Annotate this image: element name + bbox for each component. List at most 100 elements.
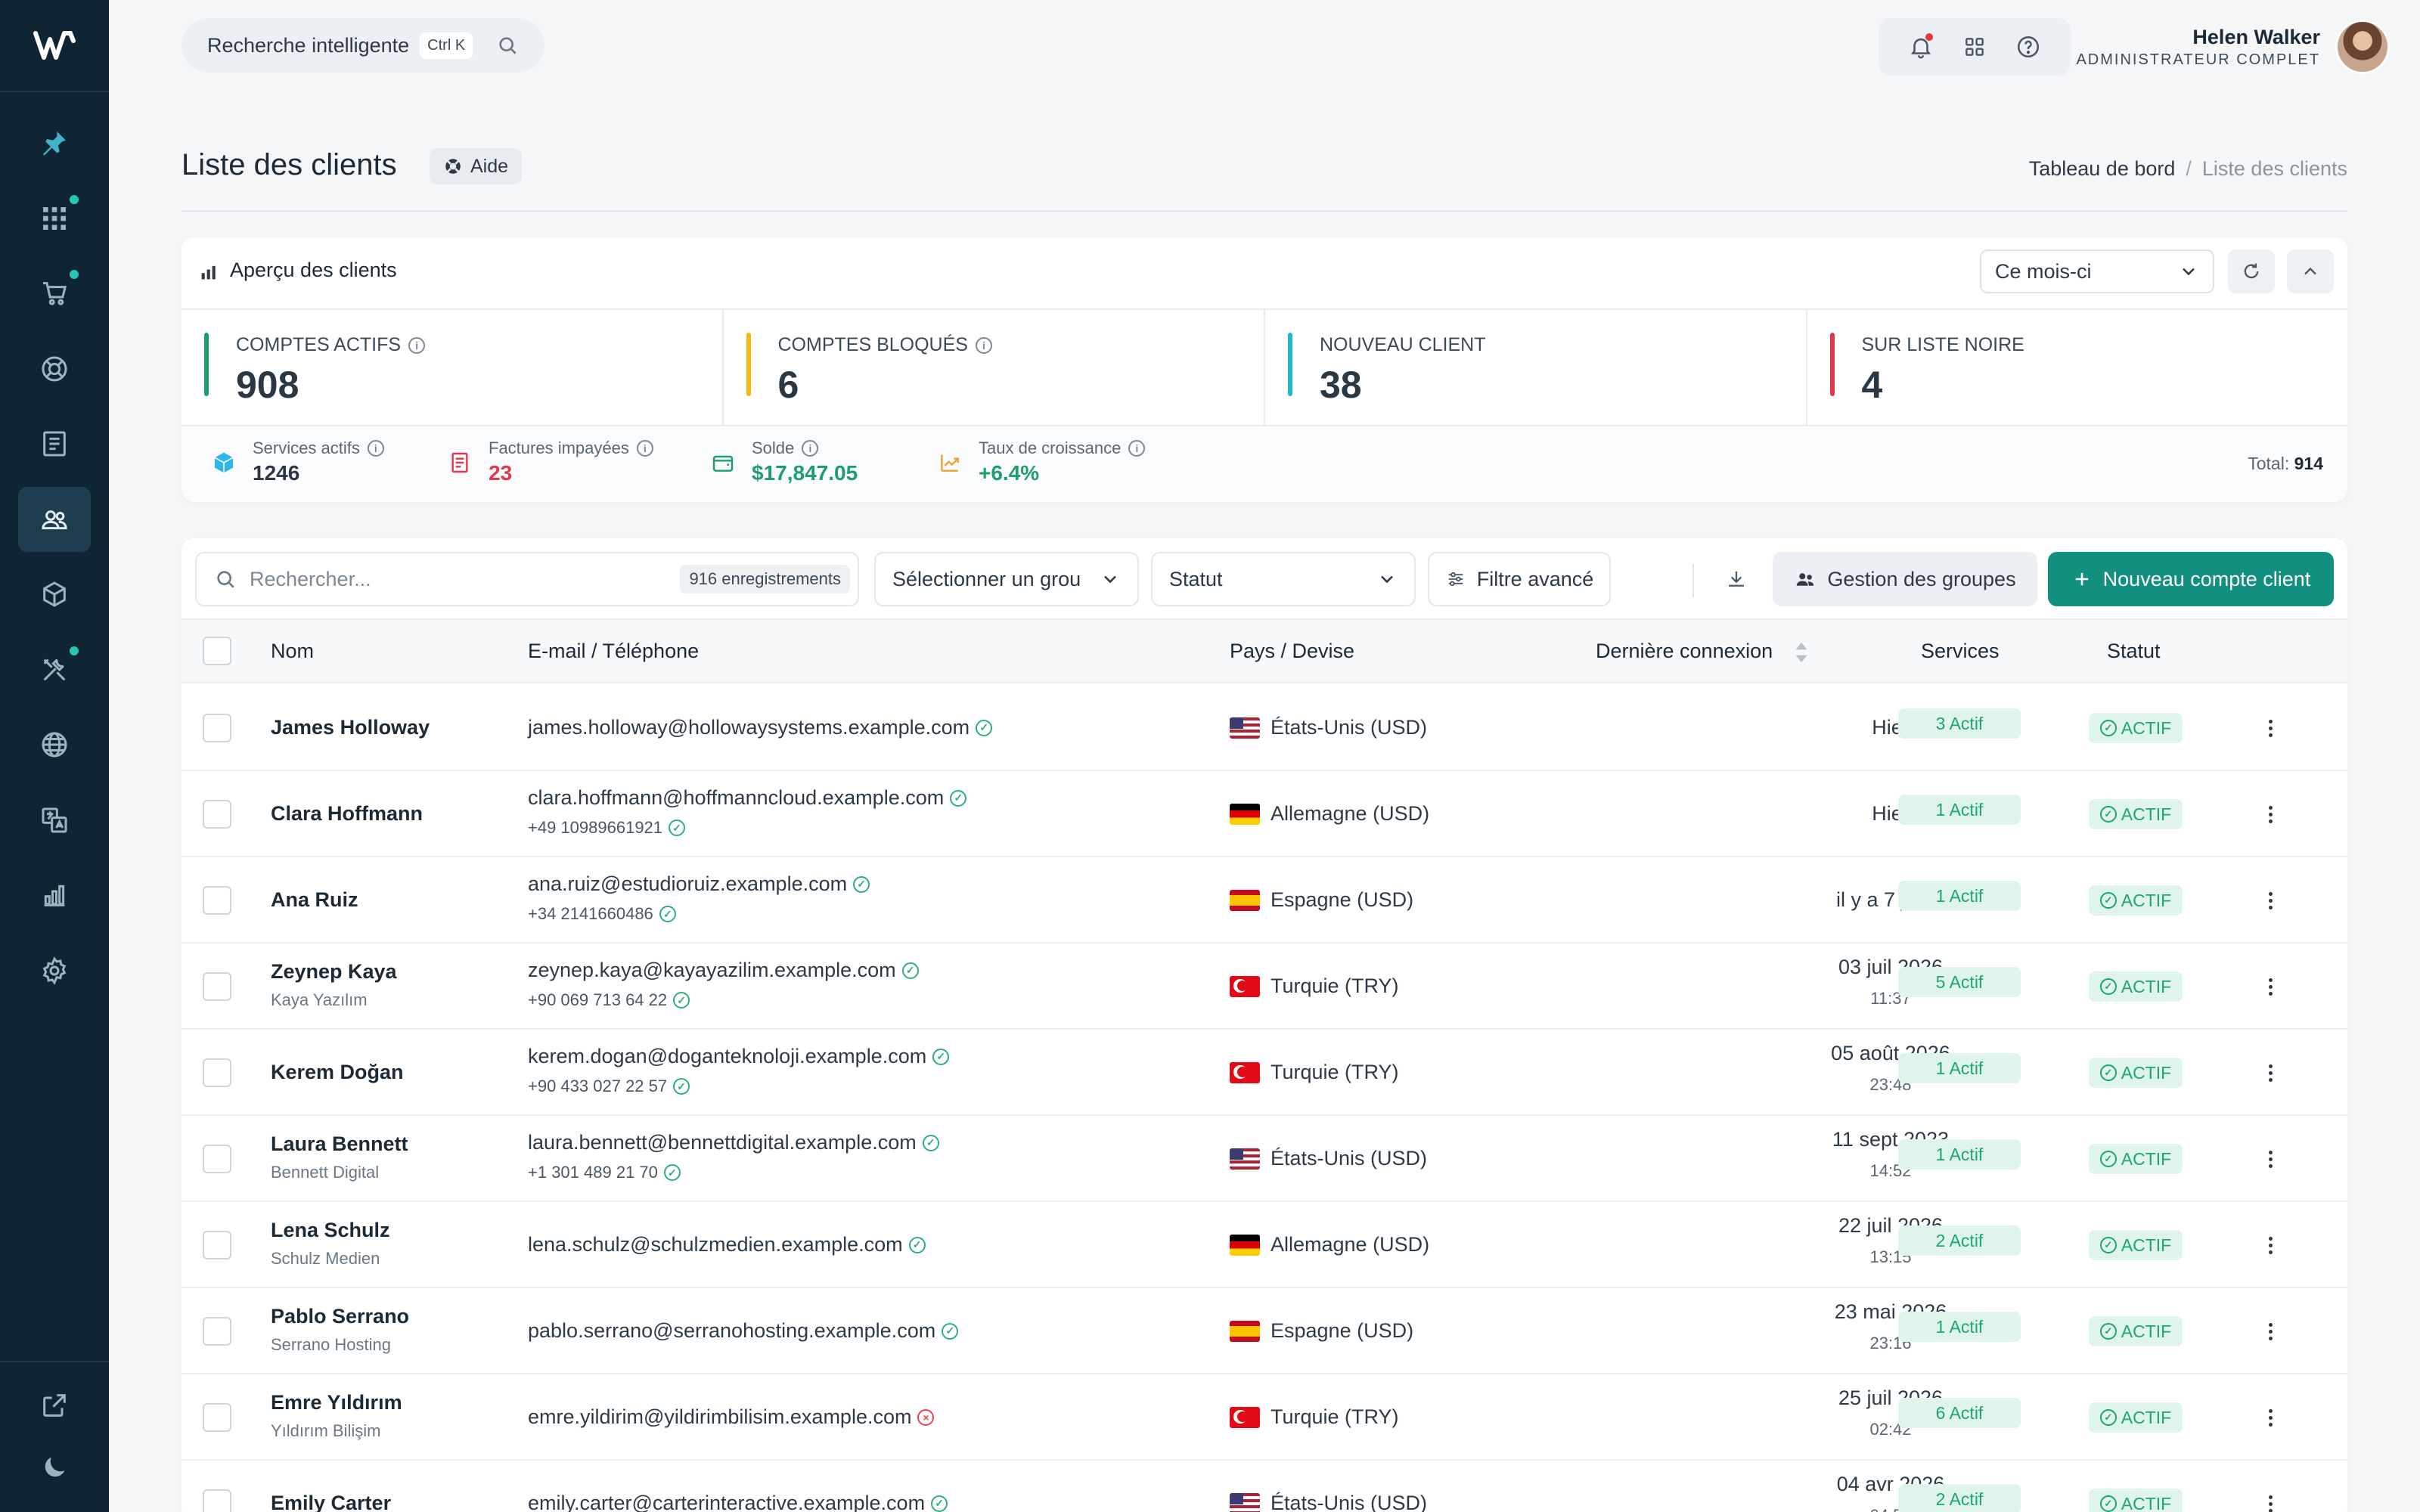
- row-checkbox[interactable]: [203, 972, 231, 1001]
- info-icon[interactable]: i: [408, 336, 426, 354]
- client-email[interactable]: emre.yildirim@yildirimbilisim.example.co…: [528, 1405, 935, 1429]
- sidebar-item-cart[interactable]: [18, 261, 91, 326]
- client-name[interactable]: Kerem Doğan: [271, 1061, 404, 1084]
- sidebar-item-support[interactable]: [18, 336, 91, 401]
- services-badge[interactable]: 3 Actif: [1898, 708, 2021, 739]
- row-menu-icon[interactable]: [2263, 1316, 2278, 1346]
- info-icon[interactable]: i: [367, 440, 384, 457]
- client-name[interactable]: Pablo Serrano: [271, 1305, 409, 1328]
- row-checkbox[interactable]: [203, 714, 231, 742]
- services-badge[interactable]: 6 Actif: [1898, 1398, 2021, 1428]
- select-all-checkbox[interactable]: [203, 637, 231, 665]
- table-search-input[interactable]: Rechercher... 916 enregistrements: [195, 552, 859, 606]
- client-name[interactable]: Lena Schulz: [271, 1219, 390, 1242]
- client-name[interactable]: Clara Hoffmann: [271, 802, 423, 826]
- notification-bell-icon[interactable]: [1906, 32, 1936, 62]
- sidebar-item-package[interactable]: [18, 562, 91, 627]
- col-name[interactable]: Nom: [271, 640, 314, 663]
- advanced-filter-button[interactable]: Filtre avancé: [1428, 552, 1611, 606]
- table-row[interactable]: James Holloway james.holloway@hollowaysys…: [182, 685, 2347, 771]
- client-name[interactable]: James Holloway: [271, 716, 430, 739]
- row-menu-icon[interactable]: [2263, 1230, 2278, 1260]
- services-badge[interactable]: 1 Actif: [1898, 881, 2021, 911]
- table-row[interactable]: Emily Carter emily.carter@carterinteracti…: [182, 1461, 2347, 1512]
- row-checkbox[interactable]: [203, 800, 231, 829]
- row-menu-icon[interactable]: [2263, 1489, 2278, 1512]
- services-badge[interactable]: 1 Actif: [1898, 1139, 2021, 1170]
- client-email[interactable]: james.holloway@hollowaysystems.example.c…: [528, 716, 993, 739]
- client-email[interactable]: pablo.serrano@serranohosting.example.com…: [528, 1319, 959, 1343]
- client-email[interactable]: emily.carter@carterinteractive.example.c…: [528, 1492, 948, 1512]
- col-services[interactable]: Services: [1921, 640, 2000, 663]
- col-contact[interactable]: E-mail / Téléphone: [528, 640, 699, 663]
- group-select[interactable]: Sélectionner un grou: [874, 552, 1139, 606]
- client-name[interactable]: Emily Carter: [271, 1492, 391, 1512]
- row-checkbox[interactable]: [203, 1317, 231, 1346]
- services-badge[interactable]: 1 Actif: [1898, 1053, 2021, 1083]
- avatar[interactable]: [2335, 20, 2390, 74]
- sidebar-item-globe[interactable]: [18, 712, 91, 777]
- brand-logo[interactable]: [0, 0, 109, 92]
- client-email[interactable]: lena.schulz@schulzmedien.example.com ✓: [528, 1233, 926, 1256]
- row-checkbox[interactable]: [203, 1403, 231, 1432]
- new-client-account-button[interactable]: Nouveau compte client: [2048, 552, 2334, 606]
- row-menu-icon[interactable]: [2263, 1058, 2278, 1088]
- row-menu-icon[interactable]: [2263, 799, 2278, 829]
- info-icon[interactable]: i: [636, 440, 653, 457]
- status-select[interactable]: Statut: [1151, 552, 1416, 606]
- row-checkbox[interactable]: [203, 886, 231, 915]
- client-name[interactable]: Zeynep Kaya: [271, 960, 397, 984]
- row-menu-icon[interactable]: [2263, 1402, 2278, 1433]
- col-last-login[interactable]: Dernière connexion: [1596, 640, 1773, 663]
- table-row[interactable]: Ana Ruiz ana.ruiz@estudioruiz.example.com…: [182, 857, 2347, 943]
- table-row[interactable]: Laura Bennett Bennett Digital laura.bennet…: [182, 1116, 2347, 1202]
- services-badge[interactable]: 5 Actif: [1898, 967, 2021, 997]
- sidebar-item-apps-grid[interactable]: [18, 186, 91, 251]
- breadcrumb-home[interactable]: Tableau de bord: [2029, 157, 2176, 180]
- services-badge[interactable]: 2 Actif: [1898, 1225, 2021, 1256]
- table-row[interactable]: Emre Yıldırım Yıldırım Bilişim emre.yildir…: [182, 1374, 2347, 1461]
- client-email[interactable]: kerem.dogan@doganteknoloji.example.com ✓: [528, 1045, 950, 1068]
- row-menu-icon[interactable]: [2263, 713, 2278, 743]
- sidebar-item-invoice[interactable]: [18, 411, 91, 476]
- services-badge[interactable]: 1 Actif: [1898, 1312, 2021, 1342]
- table-row[interactable]: Pablo Serrano Serrano Hosting pablo.serran…: [182, 1288, 2347, 1374]
- sidebar-item-pin[interactable]: [18, 110, 91, 175]
- sidebar-item-tools[interactable]: [18, 637, 91, 702]
- client-name[interactable]: Ana Ruiz: [271, 888, 358, 912]
- col-country[interactable]: Pays / Devise: [1230, 640, 1354, 663]
- row-checkbox[interactable]: [203, 1058, 231, 1087]
- download-button[interactable]: [1718, 561, 1754, 597]
- info-icon[interactable]: i: [975, 336, 992, 354]
- sort-icon[interactable]: [1792, 641, 1810, 664]
- table-row[interactable]: Lena Schulz Schulz Medien lena.schulz@schu…: [182, 1202, 2347, 1288]
- services-badge[interactable]: 1 Actif: [1898, 795, 2021, 825]
- client-email[interactable]: ana.ruiz@estudioruiz.example.com ✓: [528, 872, 870, 896]
- sidebar-item-users[interactable]: [18, 486, 91, 552]
- smart-search[interactable]: Recherche intelligente Ctrl K: [182, 18, 544, 73]
- row-menu-icon[interactable]: [2263, 885, 2278, 916]
- user-name[interactable]: Helen Walker: [2192, 26, 2320, 49]
- client-email[interactable]: zeynep.kaya@kayayazilim.example.com ✓: [528, 959, 919, 982]
- row-menu-icon[interactable]: [2263, 971, 2278, 1002]
- external-link-icon[interactable]: [18, 1373, 91, 1438]
- client-name[interactable]: Emre Yıldırım: [271, 1391, 402, 1414]
- period-select[interactable]: Ce mois-ci: [1980, 249, 2214, 293]
- client-name[interactable]: Laura Bennett: [271, 1132, 408, 1156]
- collapse-button[interactable]: [2287, 249, 2334, 293]
- refresh-button[interactable]: [2228, 249, 2275, 293]
- client-email[interactable]: clara.hoffmann@hoffmanncloud.example.com…: [528, 786, 967, 810]
- table-row[interactable]: Zeynep Kaya Kaya Yazılım zeynep.kaya@kayay…: [182, 943, 2347, 1030]
- col-status[interactable]: Statut: [2107, 640, 2161, 663]
- row-checkbox[interactable]: [203, 1489, 231, 1512]
- client-email[interactable]: laura.bennett@bennettdigital.example.com…: [528, 1131, 939, 1154]
- info-icon[interactable]: i: [1128, 440, 1146, 457]
- sidebar-item-chart[interactable]: [18, 863, 91, 928]
- row-checkbox[interactable]: [203, 1145, 231, 1173]
- table-row[interactable]: Kerem Doğan kerem.dogan@doganteknoloji.ex…: [182, 1030, 2347, 1116]
- services-badge[interactable]: 2 Actif: [1898, 1484, 2021, 1512]
- help-button[interactable]: Aide: [430, 148, 523, 184]
- sidebar-item-settings[interactable]: [18, 938, 91, 1003]
- group-management-button[interactable]: Gestion des groupes: [1773, 552, 2037, 606]
- table-row[interactable]: Clara Hoffmann clara.hoffmann@hoffmannclo…: [182, 771, 2347, 857]
